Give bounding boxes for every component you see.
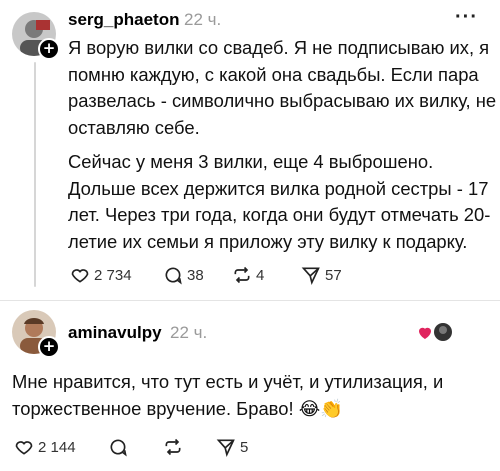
clapping-emoji-icon: 👏 [320, 398, 344, 420]
thread-line [34, 62, 36, 287]
like-button[interactable]: 2 144 [14, 437, 76, 457]
share-count: 57 [325, 266, 342, 284]
comment-icon [110, 439, 127, 457]
post-serg-phaeton: + serg_phaeton 22 ч. ··· Я ворую вилки с… [0, 0, 500, 300]
repost-icon [234, 266, 250, 284]
post-aminavulpy: + aminavulpy 22 ч. Мне нравится, что тут… [0, 300, 500, 471]
laughing-emoji-icon: 😂 [298, 398, 321, 420]
text-line: Дольше всех держится вилка родной сестры… [68, 177, 489, 199]
like-count: 2 734 [94, 266, 132, 284]
share-count: 5 [240, 438, 249, 456]
username[interactable]: aminavulpy [68, 323, 162, 343]
post-text-paragraph-1: Я ворую вилки со свадеб. Я не подписываю… [68, 35, 496, 141]
text-line: Мне нравится, что тут есть и учёт, и ути… [12, 371, 444, 392]
text-line: помню каждую, с какой она свадьбы. Если … [68, 63, 479, 85]
repost-icon [165, 438, 181, 456]
text-line: оставляю себе. [68, 116, 200, 138]
heart-icon [15, 441, 33, 455]
comment-button[interactable]: 38 [163, 265, 204, 285]
text-line: развелась - символично выбрасываю их вил… [68, 90, 497, 111]
avatar-serg-phaeton[interactable]: + [12, 12, 60, 60]
post-text-paragraph-2: Сейчас у меня 3 вилки, еще 4 выброшено. … [68, 149, 490, 255]
text-line: лет. Через три года, когда они будут отм… [68, 204, 491, 225]
timestamp: 22 ч. [170, 323, 208, 342]
timestamp: 22 ч. [184, 10, 222, 29]
reaction-avatars[interactable] [418, 322, 454, 347]
repost-count: 4 [256, 266, 265, 284]
text-line: торжественное вручение. Браво! [12, 397, 294, 419]
text-line: Сейчас у меня 3 вилки, еще 4 выброшено. [68, 151, 434, 172]
send-icon [216, 439, 235, 457]
comment-count: 38 [187, 266, 204, 284]
follow-plus-icon[interactable]: + [38, 336, 60, 358]
like-count: 2 144 [38, 438, 76, 456]
comment-icon [165, 267, 182, 285]
username[interactable]: serg_phaeton [68, 10, 179, 30]
share-button[interactable]: 5 [216, 437, 248, 457]
repost-button[interactable]: 4 [232, 265, 264, 285]
text-line: Я ворую вилки со свадеб. Я не подписываю… [68, 37, 490, 58]
avatar-aminavulpy[interactable]: + [12, 310, 60, 358]
repost-button[interactable] [163, 437, 183, 457]
follow-plus-icon[interactable]: + [38, 38, 60, 60]
share-button[interactable]: 57 [301, 265, 342, 285]
more-icon[interactable]: ··· [455, 6, 478, 29]
post-text: Мне нравится, что тут есть и учёт, и ути… [12, 369, 443, 423]
send-icon [301, 267, 320, 285]
heart-icon [71, 269, 89, 283]
text-line: летие их семьи я приложу эту вилку к под… [68, 230, 468, 252]
comment-button[interactable] [108, 437, 128, 457]
heart-reaction-icon [419, 323, 452, 341]
like-button[interactable]: 2 734 [70, 265, 132, 285]
